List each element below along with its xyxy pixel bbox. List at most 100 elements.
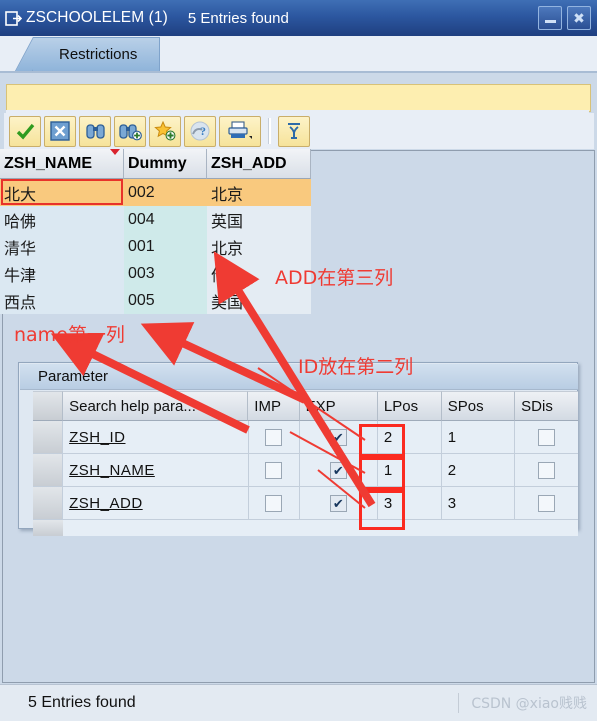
title-bar: ZSCHOOLELEM (1) 5 Entries found ✖ bbox=[0, 0, 597, 37]
exp-checkbox[interactable]: ✔ bbox=[329, 428, 347, 446]
cancel-button[interactable] bbox=[44, 115, 76, 147]
column-header-dummy[interactable]: Dummy bbox=[124, 149, 207, 179]
execute-check-button[interactable] bbox=[9, 115, 41, 147]
print-button[interactable] bbox=[219, 115, 261, 147]
column-header-sdis[interactable]: SDis bbox=[515, 391, 578, 421]
tab-strip: Restrictions bbox=[0, 36, 597, 73]
parameter-name-label: ZSH_NAME bbox=[69, 461, 155, 479]
selection-criteria-bar[interactable] bbox=[6, 84, 591, 112]
column-header-imp[interactable]: IMP bbox=[248, 391, 300, 421]
minimize-icon bbox=[544, 20, 556, 23]
cell-zsh-add[interactable]: 北京 bbox=[207, 233, 311, 260]
sdis-checkbox-cell[interactable] bbox=[515, 454, 579, 487]
tab-restrictions-label: Restrictions bbox=[59, 46, 138, 63]
imp-checkbox-cell[interactable] bbox=[248, 454, 300, 487]
sdis-checkbox[interactable] bbox=[538, 494, 556, 512]
cell-dummy[interactable]: 003 bbox=[124, 260, 207, 287]
table-row[interactable]: 哈佛 004 英国 bbox=[0, 206, 311, 233]
sdis-checkbox[interactable] bbox=[538, 428, 556, 446]
window-controls: ✖ bbox=[538, 6, 591, 30]
spos-value[interactable]: 3 bbox=[441, 487, 516, 520]
lpos-highlight-box-id bbox=[359, 424, 405, 457]
table-row[interactable]: 西点 005 美国 bbox=[0, 287, 311, 314]
column-header-row-selector bbox=[33, 391, 64, 421]
imp-checkbox-cell[interactable] bbox=[248, 487, 300, 520]
spos-value[interactable]: 1 bbox=[441, 421, 516, 454]
sdis-checkbox-cell[interactable] bbox=[515, 421, 579, 454]
add-favorite-button[interactable] bbox=[149, 115, 181, 147]
parameter-panel: Parameter Search help para... IMP EXP LP… bbox=[18, 362, 579, 536]
window-subtitle: 5 Entries found bbox=[187, 9, 289, 27]
empty-cell[interactable] bbox=[441, 520, 516, 536]
column-header-spos[interactable]: SPos bbox=[441, 391, 516, 421]
check-icon: ✔ bbox=[332, 495, 344, 511]
minimize-button[interactable] bbox=[538, 6, 562, 30]
column-header-lpos[interactable]: LPos bbox=[377, 391, 442, 421]
status-bar: 5 Entries found CSDN @xiao贱贱 bbox=[0, 684, 597, 721]
annotation-add-third-column: ADD在第三列 bbox=[275, 267, 394, 289]
find-button[interactable] bbox=[79, 115, 111, 147]
imp-checkbox[interactable] bbox=[265, 428, 283, 446]
sap-value-help-window: ZSCHOOLELEM (1) 5 Entries found ✖ Restri… bbox=[0, 0, 597, 721]
row-selector[interactable] bbox=[33, 421, 64, 454]
column-header-dummy-label: Dummy bbox=[128, 154, 187, 172]
cell-zsh-name[interactable]: 牛津 bbox=[0, 260, 124, 287]
personal-value-list-button[interactable]: ? bbox=[184, 115, 216, 147]
column-header-zsh-add-label: ZSH_ADD bbox=[211, 154, 287, 172]
parameter-row[interactable]: ZSH_ID ✔ 2 1 bbox=[33, 421, 579, 454]
parameter-row[interactable]: ZSH_ADD ✔ 3 3 bbox=[33, 487, 579, 520]
exp-checkbox[interactable]: ✔ bbox=[329, 494, 347, 512]
column-header-search-help-param[interactable]: Search help para... bbox=[63, 391, 249, 421]
parameter-name[interactable]: ZSH_NAME bbox=[63, 454, 249, 487]
cell-zsh-name[interactable]: 清华 bbox=[0, 233, 124, 260]
row-selector[interactable] bbox=[33, 520, 63, 536]
watermark: CSDN @xiao贱贱 bbox=[458, 693, 587, 713]
results-grid: ZSH_NAME Dummy ZSH_ADD 北大 002 北京 哈佛 004 … bbox=[0, 149, 311, 314]
column-header-zsh-add[interactable]: ZSH_ADD bbox=[207, 149, 311, 179]
parameter-row-empty[interactable] bbox=[33, 520, 578, 536]
parameter-row[interactable]: ZSH_NAME ✔ 1 2 bbox=[33, 454, 579, 487]
row-selector[interactable] bbox=[33, 454, 64, 487]
imp-checkbox[interactable] bbox=[265, 494, 283, 512]
toolbar-divider bbox=[268, 118, 271, 144]
lpos-highlight-box-add bbox=[359, 490, 405, 530]
cell-zsh-add[interactable]: 美国 bbox=[207, 287, 311, 314]
svg-text:?: ? bbox=[200, 124, 206, 138]
cell-zsh-name[interactable]: 西点 bbox=[0, 287, 124, 314]
check-icon: ✔ bbox=[332, 429, 344, 445]
close-button[interactable]: ✖ bbox=[567, 6, 591, 30]
column-header-zsh-name[interactable]: ZSH_NAME bbox=[0, 149, 124, 179]
sort-indicator-icon bbox=[110, 149, 120, 155]
empty-cell[interactable] bbox=[515, 520, 578, 536]
spos-value[interactable]: 2 bbox=[441, 454, 516, 487]
filter-button[interactable] bbox=[278, 115, 310, 147]
table-row[interactable]: 清华 001 北京 bbox=[0, 233, 311, 260]
table-row[interactable]: 北大 002 北京 bbox=[0, 179, 311, 206]
parameter-name-label: ZSH_ADD bbox=[69, 494, 143, 512]
cell-dummy[interactable]: 002 bbox=[124, 179, 207, 206]
cell-dummy[interactable]: 001 bbox=[124, 233, 207, 260]
imp-checkbox[interactable] bbox=[265, 461, 283, 479]
table-row[interactable]: 牛津 003 伦敦 bbox=[0, 260, 311, 287]
sdis-checkbox[interactable] bbox=[538, 461, 556, 479]
column-header-exp[interactable]: EXP bbox=[299, 391, 378, 421]
tab-restrictions[interactable]: Restrictions bbox=[32, 37, 161, 71]
parameter-name-label: ZSH_ID bbox=[69, 428, 126, 446]
row-selector[interactable] bbox=[33, 487, 64, 520]
parameter-name[interactable]: ZSH_ID bbox=[63, 421, 249, 454]
cell-zsh-add[interactable]: 北京 bbox=[207, 179, 311, 206]
find-next-button[interactable] bbox=[114, 115, 146, 147]
cell-dummy[interactable]: 005 bbox=[124, 287, 207, 314]
cell-zsh-name[interactable]: 哈佛 bbox=[0, 206, 124, 233]
sdis-checkbox-cell[interactable] bbox=[515, 487, 579, 520]
exp-checkbox[interactable]: ✔ bbox=[329, 461, 347, 479]
results-grid-header: ZSH_NAME Dummy ZSH_ADD bbox=[0, 149, 311, 179]
empty-cell[interactable] bbox=[248, 520, 300, 536]
cell-zsh-name[interactable]: 北大 bbox=[0, 179, 124, 206]
imp-checkbox-cell[interactable] bbox=[248, 421, 300, 454]
parameter-name[interactable]: ZSH_ADD bbox=[63, 487, 249, 520]
cell-zsh-add[interactable]: 英国 bbox=[207, 206, 311, 233]
cell-dummy[interactable]: 004 bbox=[124, 206, 207, 233]
window-title: ZSCHOOLELEM (1) bbox=[26, 9, 168, 26]
empty-cell[interactable] bbox=[62, 520, 249, 536]
